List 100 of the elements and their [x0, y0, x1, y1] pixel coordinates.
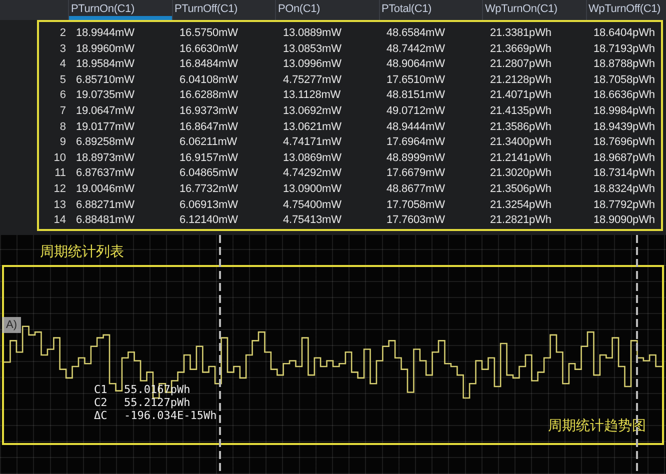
row-number: 3: [58, 42, 67, 57]
table-cell-text: 13.0869mW: [282, 150, 342, 166]
cursor-label: C2: [94, 396, 108, 409]
table-cell-text: 6.88271mW: [75, 198, 136, 213]
table-cell-text: 19.0046mW: [75, 182, 136, 197]
column-header[interactable]: WpTurnOff(C1): [586, 0, 666, 20]
table-cell-text: 19.0647mW: [75, 104, 136, 119]
table-cell-text: 18.7792pWh: [592, 198, 656, 213]
table-cell-text: 16.6288mW: [178, 88, 239, 104]
table-cell-text: 6.04108mW: [178, 72, 239, 88]
cursor-line[interactable]: [636, 235, 638, 474]
table-cell-text: 48.9444mW: [386, 120, 446, 135]
table-cell-text: 21.3669pWh: [489, 42, 552, 57]
table-cell-text: 13.0692mW: [282, 104, 342, 119]
table-cell-text: 13.1128mW: [282, 88, 342, 104]
table-cell-text: 16.7732mW: [178, 182, 239, 197]
row-number: 5: [58, 72, 67, 88]
cursor-line[interactable]: [219, 235, 221, 474]
table-cell-text: 6.88481mW: [75, 213, 136, 228]
table-cell-text: 18.9944mW: [75, 26, 136, 41]
column-header[interactable]: POn(C1): [275, 0, 378, 20]
table-cell-text: 13.0621mW: [282, 120, 342, 135]
table-cell-text: 17.6510mW: [386, 72, 446, 88]
column-header[interactable]: PTotal(C1): [378, 0, 482, 20]
table-cell-text: 21.2821pWh: [489, 213, 552, 228]
table-cell-text: 21.2807pWh: [489, 57, 552, 72]
table-cell-text: 4.74292mW: [282, 166, 342, 182]
row-number: 4: [58, 57, 67, 72]
table-cell-text: 48.8677mW: [386, 182, 446, 197]
table-cell-text: 13.0900mW: [282, 182, 342, 197]
table-cell-text: 18.7193pWh: [592, 42, 656, 57]
table-cell-text: 16.8647mW: [178, 120, 239, 135]
row-number: 6: [58, 88, 67, 104]
table-cell-text: 48.9064mW: [386, 57, 446, 72]
column-header[interactable]: PTurnOff(C1): [172, 0, 275, 20]
table-cell-text: 17.7058mW: [386, 198, 446, 213]
table-cell-text: 21.3020pWh: [489, 166, 552, 182]
row-number: 8: [58, 120, 67, 135]
row-number: 7: [58, 104, 67, 119]
table-cell-text: 17.6964mW: [386, 135, 446, 150]
table-cell-text: 17.7603mW: [386, 213, 446, 228]
table-cell-text: 48.8999mW: [386, 150, 446, 166]
table-cell-text: 16.5750mW: [178, 26, 239, 41]
table-cell-text: 18.7058pWh: [592, 72, 656, 88]
table-cell-text: 16.8484mW: [178, 57, 239, 72]
table-cell-text: 19.0177mW: [75, 120, 136, 135]
table-cell-text: 18.9687pWh: [592, 150, 656, 166]
table-cell-text: 21.3400pWh: [489, 135, 552, 150]
table-cell-text: 21.3506pWh: [489, 182, 552, 197]
table-cell-text: 13.0996mW: [282, 57, 342, 72]
table-cell-text: 17.6679mW: [386, 166, 446, 182]
list-caption: 周期统计列表: [40, 243, 124, 259]
table-cell-text: 18.9984pWh: [592, 104, 656, 119]
table-cell-text: 4.75413mW: [282, 213, 342, 228]
table-cell-text: 6.87637mW: [75, 166, 136, 182]
cursor-value: -196.034E-15Wh: [124, 409, 217, 422]
row-number: 11: [54, 166, 67, 182]
table-cell-text: 6.04865mW: [178, 166, 239, 182]
table-cell-text: 18.8324pWh: [592, 182, 656, 197]
table-cell-text: 49.0712mW: [386, 104, 446, 119]
table-cell-text: 13.0889mW: [282, 26, 342, 41]
table-cell-text: 18.8973mW: [75, 150, 136, 166]
table-cell-text: 6.12140mW: [178, 213, 239, 228]
table-cell-text: 21.3254pWh: [489, 198, 552, 213]
table-cell-text: 48.7442mW: [386, 42, 446, 57]
table-cell-text: 6.89258mW: [75, 135, 136, 150]
column-header[interactable]: PTurnOn(C1): [68, 0, 172, 20]
cursor-label: ΔC: [94, 409, 108, 422]
cursor-value: 55.2127pWh: [124, 396, 190, 409]
table-cell-text: 4.75277mW: [282, 72, 342, 88]
table-cell-text: 6.85710mW: [75, 72, 136, 88]
table-cell-text: 18.9960mW: [75, 42, 136, 57]
row-number: 13: [52, 198, 67, 213]
table-cell-text: 6.06211mW: [178, 135, 238, 150]
table-cell-text: 18.8788pWh: [592, 57, 656, 72]
table-cell-text: 18.7314pWh: [592, 166, 656, 182]
table-cell-text: 18.6636pWh: [592, 88, 656, 104]
row-number: 2: [58, 26, 67, 41]
table-cell-text: 16.6630mW: [178, 42, 239, 57]
table-cell-text: 6.06913mW: [178, 198, 239, 213]
row-number: 10: [52, 150, 67, 166]
table-cell-text: 16.9157mW: [178, 150, 239, 166]
channel-tag: A): [2, 317, 21, 333]
table-cell-text: 18.9090pWh: [592, 213, 656, 228]
table-cell-text: 21.4071pWh: [489, 88, 552, 104]
table-cell-text: 4.74171mW: [282, 135, 342, 150]
table-cell-text: 18.7696pWh: [592, 135, 656, 150]
row-number: 12: [52, 182, 67, 197]
table-cell-text: 21.2141pWh: [489, 150, 552, 166]
table-cell-text: 21.3586pWh: [489, 120, 552, 135]
row-number: 14: [52, 213, 67, 228]
table-cell-text: 16.9373mW: [178, 104, 239, 119]
table-cell-text: 18.9439pWh: [592, 120, 656, 135]
table-cell-text: 48.8151mW: [386, 88, 446, 104]
table-cell-text: 48.6584mW: [386, 26, 446, 41]
column-header[interactable]: WpTurnOn(C1): [482, 0, 586, 20]
table-cell-text: 4.75400mW: [282, 198, 342, 213]
table-cell-text: 21.4135pWh: [489, 104, 552, 119]
table-cell-text: 19.0735mW: [75, 88, 136, 104]
table-cell-text: 18.6404pWh: [592, 26, 656, 41]
